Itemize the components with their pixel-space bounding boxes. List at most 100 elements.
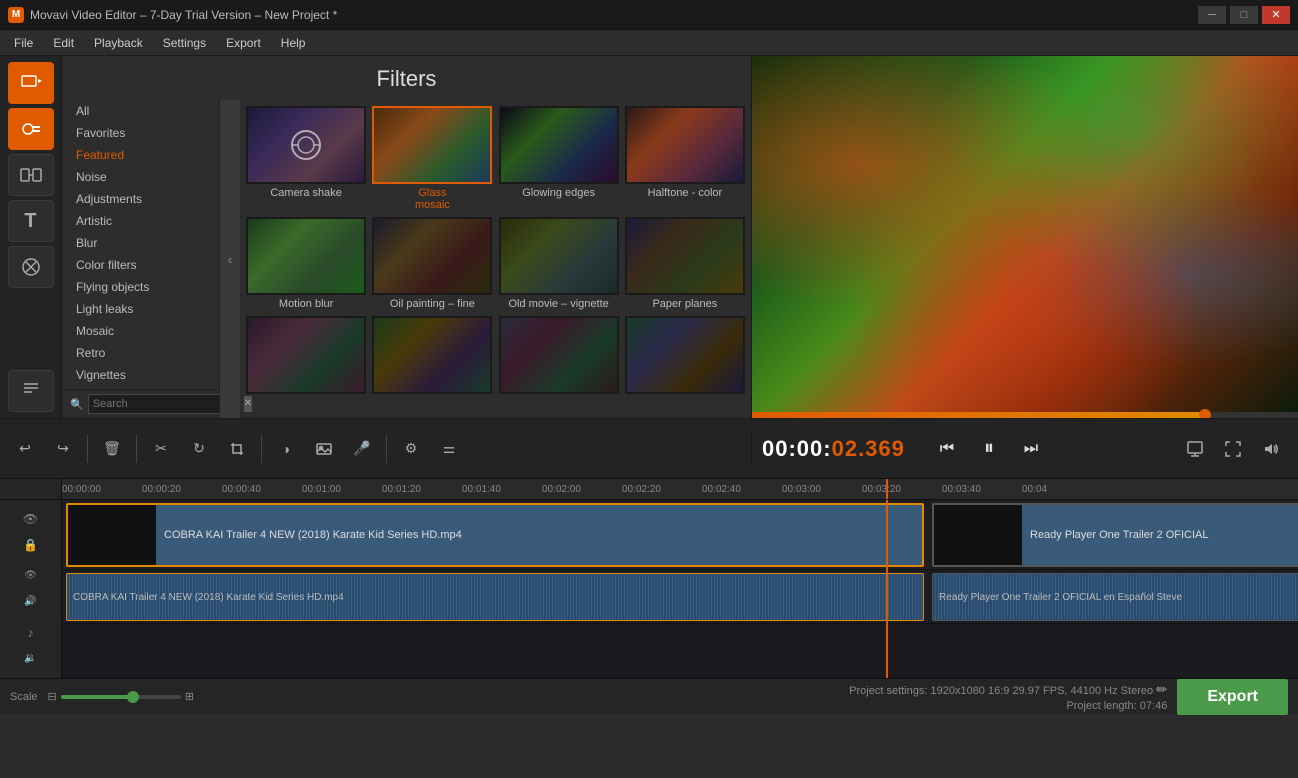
- cat-retro[interactable]: Retro: [62, 342, 219, 364]
- filter-thumb-glowing-edges: [499, 106, 619, 184]
- cat-all[interactable]: All: [62, 100, 219, 122]
- delete-button[interactable]: 🗑: [95, 432, 129, 466]
- menu-export[interactable]: Export: [216, 32, 271, 54]
- cat-light-leaks[interactable]: Light leaks: [62, 298, 219, 320]
- scale-slider[interactable]: [61, 695, 181, 699]
- ruler-tick-6: 00:02:00: [542, 484, 581, 495]
- filter-glowing-edges[interactable]: Glowing edges: [499, 106, 619, 211]
- scale-increase-button[interactable]: ⊞: [185, 690, 194, 703]
- project-settings-row: Project settings: 1920x1080 16:9 29.97 F…: [849, 682, 1167, 698]
- edit-settings-button[interactable]: ✏: [1156, 682, 1167, 698]
- track-lock-button[interactable]: 🔒: [19, 533, 43, 557]
- skip-forward-button[interactable]: ⏭: [1014, 432, 1048, 466]
- video-clip-2[interactable]: Ready Player One Trailer 2 OFICIAL: [932, 503, 1298, 567]
- video-clip-1[interactable]: COBRA KAI Trailer 4 NEW (2018) Karate Ki…: [66, 503, 924, 567]
- collapse-panel-button[interactable]: ‹: [220, 100, 240, 418]
- cat-noise[interactable]: Noise: [62, 166, 219, 188]
- project-settings-value: 1920x1080 16:9 29.97 FPS, 44100 Hz Stere…: [930, 685, 1153, 697]
- preview-progress-bar[interactable]: [752, 412, 1298, 418]
- undo-button[interactable]: ↩: [8, 432, 42, 466]
- filter-paper-planes[interactable]: Paper planes: [625, 217, 745, 310]
- audio-label-1: COBRA KAI Trailer 4 NEW (2018) Karate Ki…: [73, 592, 344, 603]
- sidebar-btn-filters[interactable]: [8, 108, 54, 150]
- ruler-left-pad: [0, 479, 62, 499]
- app-icon: M: [8, 7, 24, 23]
- filter-row2-4[interactable]: [625, 316, 745, 397]
- ruler-tick-2: 00:00:40: [222, 484, 261, 495]
- sidebar-btn-media[interactable]: [8, 62, 54, 104]
- separator-1: [87, 435, 88, 463]
- filter-thumb-old-movie: [499, 217, 619, 295]
- filter-row2-1[interactable]: [246, 316, 366, 397]
- skip-back-button[interactable]: ⏮: [930, 432, 964, 466]
- adjust-button[interactable]: ⚌: [432, 432, 466, 466]
- image-button[interactable]: [307, 432, 341, 466]
- close-button[interactable]: ✕: [1262, 6, 1290, 24]
- sidebar-btn-titles[interactable]: T: [8, 200, 54, 242]
- sidebar-btn-transitions[interactable]: [8, 154, 54, 196]
- cat-color-filters[interactable]: Color filters: [62, 254, 219, 276]
- sidebar-btn-music[interactable]: [8, 370, 54, 412]
- settings-button[interactable]: ⚙: [394, 432, 428, 466]
- cat-featured[interactable]: Featured: [62, 144, 219, 166]
- filter-motion-blur[interactable]: Motion blur: [246, 217, 366, 310]
- menu-playback[interactable]: Playback: [84, 32, 153, 54]
- timeline-ruler: 00:00:00 00:00:20 00:00:40 00:01:00 00:0…: [0, 478, 1298, 500]
- clip-label-2: Ready Player One Trailer 2 OFICIAL: [1022, 529, 1217, 541]
- music-note-button[interactable]: ♪: [19, 621, 43, 645]
- filter-old-movie[interactable]: Old movie – vignette: [499, 217, 619, 310]
- audio-button[interactable]: 🎤: [345, 432, 379, 466]
- track-area[interactable]: COBRA KAI Trailer 4 NEW (2018) Karate Ki…: [62, 500, 1298, 678]
- track-eye-button[interactable]: 👁: [19, 507, 43, 531]
- playback-controls: 00:00:02.369 ⏮ ⏸ ⏭: [752, 432, 1298, 466]
- scale-decrease-button[interactable]: ⊟: [48, 690, 57, 703]
- cut-button[interactable]: ✂: [144, 432, 178, 466]
- rotate-button[interactable]: ↻: [182, 432, 216, 466]
- cat-mosaic[interactable]: Mosaic: [62, 320, 219, 342]
- cat-blur[interactable]: Blur: [62, 232, 219, 254]
- audio-clip-2[interactable]: Ready Player One Trailer 2 OFICIAL en Es…: [932, 573, 1298, 621]
- menu-help[interactable]: Help: [271, 32, 316, 54]
- cat-adjustments[interactable]: Adjustments: [62, 188, 219, 210]
- sidebar-btn-overlays[interactable]: [8, 246, 54, 288]
- filter-label-motion-blur: Motion blur: [279, 298, 333, 310]
- cat-vignettes[interactable]: Vignettes: [62, 364, 219, 386]
- redo-button[interactable]: ↪: [46, 432, 80, 466]
- ruler-tick-0: 00:00:00: [62, 484, 101, 495]
- timeline-tracks: 👁 🔒 👁 🔊 ♪ 🔉 COBRA KAI Trailer 4 NEW (201…: [0, 500, 1298, 678]
- music-vol-button[interactable]: 🔉: [19, 647, 43, 671]
- bottom-bar: Scale ⊟ ⊞ Project settings: 1920x1080 16…: [0, 678, 1298, 714]
- audio-mute-button[interactable]: 🔊: [19, 590, 43, 614]
- filter-search-input[interactable]: [88, 394, 240, 414]
- filter-row2-3[interactable]: [499, 316, 619, 397]
- audio-clip-1[interactable]: COBRA KAI Trailer 4 NEW (2018) Karate Ki…: [66, 573, 924, 621]
- cat-favorites[interactable]: Favorites: [62, 122, 219, 144]
- maximize-button[interactable]: □: [1230, 6, 1258, 24]
- audio-eye-button[interactable]: 👁: [19, 564, 43, 588]
- tracks-container: COBRA KAI Trailer 4 NEW (2018) Karate Ki…: [62, 500, 1298, 678]
- menu-settings[interactable]: Settings: [153, 32, 216, 54]
- play-pause-button[interactable]: ⏸: [972, 432, 1006, 466]
- fullscreen-button[interactable]: [1216, 432, 1250, 466]
- export-frame-button[interactable]: [1178, 432, 1212, 466]
- menubar: File Edit Playback Settings Export Help: [0, 30, 1298, 56]
- menu-edit[interactable]: Edit: [43, 32, 84, 54]
- volume-button[interactable]: [1254, 432, 1288, 466]
- filter-oil-painting[interactable]: Oil painting – fine: [372, 217, 492, 310]
- menu-file[interactable]: File: [4, 32, 43, 54]
- filter-glass-mosaic[interactable]: Glassmosaic: [372, 106, 492, 211]
- color-button[interactable]: ◑: [269, 432, 303, 466]
- export-button[interactable]: Export: [1177, 679, 1288, 715]
- ruler-tick-8: 00:02:40: [702, 484, 741, 495]
- minimize-button[interactable]: ─: [1198, 6, 1226, 24]
- crop-button[interactable]: [220, 432, 254, 466]
- filter-camera-shake[interactable]: Camera shake: [246, 106, 366, 211]
- separator-3: [261, 435, 262, 463]
- cat-flying[interactable]: Flying objects: [62, 276, 219, 298]
- main-area: T Filters All Favorites Featured Noise A…: [0, 56, 1298, 418]
- cat-artistic[interactable]: Artistic: [62, 210, 219, 232]
- filter-row2-2[interactable]: [372, 316, 492, 397]
- filter-label-old-movie: Old movie – vignette: [508, 298, 608, 310]
- playhead[interactable]: [886, 500, 888, 678]
- filter-halftone-color[interactable]: Halftone - color: [625, 106, 745, 211]
